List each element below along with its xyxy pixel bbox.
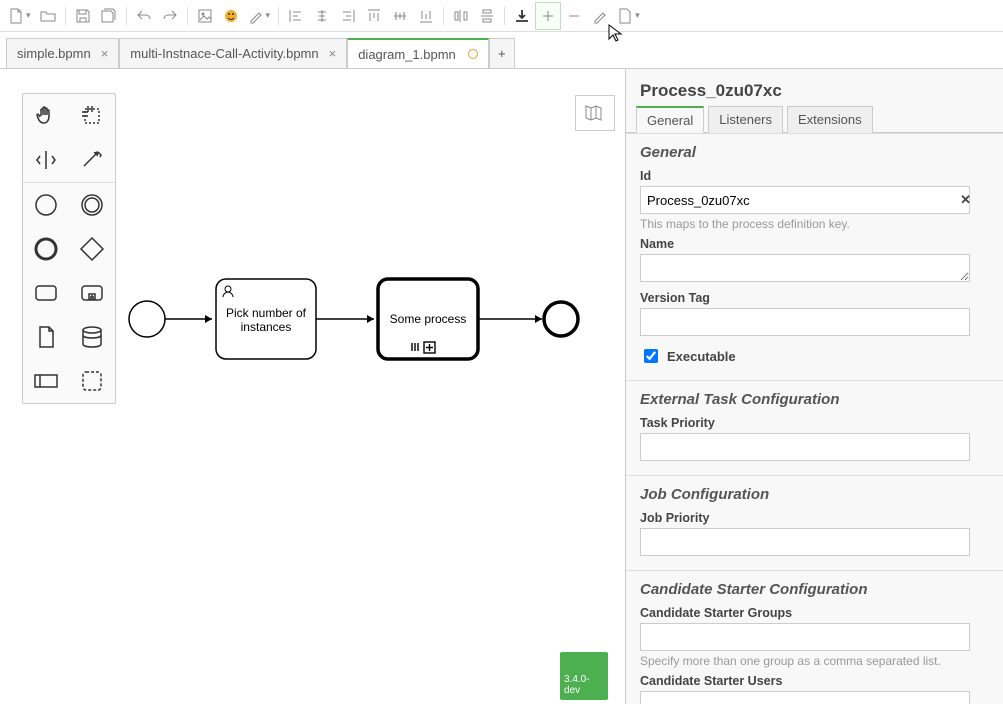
properties-title: Process_0zu07xc bbox=[626, 69, 1003, 105]
diagram-canvas[interactable]: Pick number of instances Some process 3.… bbox=[0, 69, 625, 704]
id-input[interactable] bbox=[640, 186, 970, 214]
candidate-groups-input[interactable] bbox=[640, 623, 970, 651]
name-label: Name bbox=[640, 237, 989, 251]
group-job-title: Job Configuration bbox=[640, 486, 989, 503]
zoom-out-button[interactable] bbox=[561, 2, 587, 30]
unsaved-indicator-icon bbox=[468, 49, 478, 59]
undo-button[interactable] bbox=[131, 2, 157, 30]
job-priority-label: Job Priority bbox=[640, 511, 989, 525]
candidate-users-label: Candidate Starter Users bbox=[640, 674, 989, 688]
tab-label: multi-Instnace-Call-Activity.bpmn bbox=[130, 46, 318, 61]
open-file-button[interactable] bbox=[35, 2, 61, 30]
tab-general[interactable]: General bbox=[636, 106, 704, 133]
align-bottom-button[interactable] bbox=[413, 2, 439, 30]
new-file-button[interactable]: ▾ bbox=[4, 2, 35, 30]
align-top-button[interactable] bbox=[361, 2, 387, 30]
candidate-groups-hint: Specify more than one group as a comma s… bbox=[640, 654, 989, 668]
deploy-icon[interactable] bbox=[218, 2, 244, 30]
tab-multi-instance[interactable]: multi-Instnace-Call-Activity.bpmn × bbox=[119, 38, 347, 68]
tab-label: simple.bpmn bbox=[17, 46, 91, 61]
bpmn-diagram: Pick number of instances Some process bbox=[0, 69, 600, 469]
distribute-v-button[interactable] bbox=[474, 2, 500, 30]
export-button[interactable] bbox=[509, 2, 535, 30]
save-button[interactable] bbox=[70, 2, 96, 30]
candidate-groups-label: Candidate Starter Groups bbox=[640, 606, 989, 620]
document-tab-bar: simple.bpmn × multi-Instnace-Call-Activi… bbox=[0, 32, 1003, 68]
top-toolbar: ▾ ▾ ▾ bbox=[0, 0, 1003, 32]
end-event[interactable] bbox=[544, 302, 578, 336]
properties-panel: Process_0zu07xc General Listeners Extens… bbox=[625, 69, 1003, 704]
edit-button[interactable] bbox=[587, 2, 613, 30]
id-label: Id bbox=[640, 169, 989, 183]
doc-options-button[interactable]: ▾ bbox=[613, 2, 644, 30]
task-priority-label: Task Priority bbox=[640, 416, 989, 430]
job-priority-input[interactable] bbox=[640, 528, 970, 556]
new-tab-button[interactable]: + bbox=[489, 38, 515, 68]
tab-extensions[interactable]: Extensions bbox=[787, 106, 873, 133]
align-left-button[interactable] bbox=[283, 2, 309, 30]
image-export-button[interactable] bbox=[192, 2, 218, 30]
close-icon[interactable]: × bbox=[329, 46, 337, 61]
executable-label: Executable bbox=[667, 349, 736, 364]
align-center-button[interactable] bbox=[309, 2, 335, 30]
task-label: Pick number of bbox=[226, 306, 307, 320]
group-candidate-title: Candidate Starter Configuration bbox=[640, 581, 989, 598]
color-picker-button[interactable]: ▾ bbox=[244, 2, 275, 30]
version-tag-input[interactable] bbox=[640, 308, 970, 336]
task-label: instances bbox=[241, 320, 292, 334]
candidate-users-input[interactable] bbox=[640, 691, 970, 704]
version-badge: 3.4.0-dev bbox=[560, 652, 608, 700]
close-icon[interactable]: × bbox=[101, 46, 109, 61]
tab-diagram-1[interactable]: diagram_1.bpmn bbox=[347, 38, 489, 68]
save-all-button[interactable] bbox=[96, 2, 122, 30]
version-tag-label: Version Tag bbox=[640, 291, 989, 305]
distribute-h-button[interactable] bbox=[448, 2, 474, 30]
align-middle-button[interactable] bbox=[387, 2, 413, 30]
align-right-button[interactable] bbox=[335, 2, 361, 30]
name-input[interactable] bbox=[640, 254, 970, 282]
task-label: Some process bbox=[390, 312, 467, 326]
group-ext-task-title: External Task Configuration bbox=[640, 391, 989, 408]
executable-checkbox-row[interactable]: Executable bbox=[640, 346, 989, 366]
clear-icon[interactable]: ✕ bbox=[960, 192, 971, 208]
group-general-title: General bbox=[640, 144, 989, 161]
properties-tabs: General Listeners Extensions bbox=[626, 105, 1003, 133]
tab-listeners[interactable]: Listeners bbox=[708, 106, 783, 133]
tab-label: diagram_1.bpmn bbox=[358, 47, 456, 62]
task-priority-input[interactable] bbox=[640, 433, 970, 461]
zoom-in-button[interactable] bbox=[535, 2, 561, 30]
executable-checkbox[interactable] bbox=[644, 349, 658, 363]
tab-simple[interactable]: simple.bpmn × bbox=[6, 38, 119, 68]
start-event[interactable] bbox=[129, 301, 165, 337]
redo-button[interactable] bbox=[157, 2, 183, 30]
id-hint: This maps to the process definition key. bbox=[640, 217, 989, 231]
